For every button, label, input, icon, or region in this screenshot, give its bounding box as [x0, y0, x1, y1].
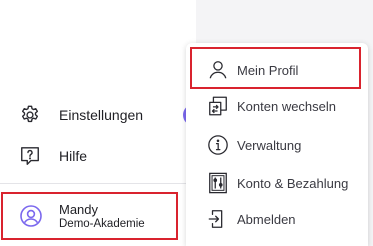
sidebar-item-help-label: Hilfe: [59, 148, 88, 164]
menu-item-logout-label: Abmelden: [237, 211, 296, 227]
menu-item-administration[interactable]: Verwaltung: [186, 127, 368, 163]
gear-icon: [18, 103, 42, 127]
logout-icon: [206, 207, 230, 231]
menu-item-my-profile-label: Mein Profil: [237, 62, 299, 78]
person-icon: [206, 58, 230, 82]
menu-item-account-billing-label: Konto & Bezahlung: [237, 175, 349, 191]
billing-icon: [206, 171, 230, 195]
menu-item-logout[interactable]: Abmelden: [186, 201, 368, 237]
sidebar-item-settings-label: Einstellungen: [59, 107, 144, 123]
switch-accounts-icon: [206, 94, 230, 118]
menu-item-account-billing[interactable]: Konto & Bezahlung: [186, 165, 368, 201]
profile-text: Mandy Demo-Akademie: [59, 202, 145, 231]
help-icon: [18, 144, 42, 168]
avatar-icon: [19, 204, 43, 228]
menu-item-switch-accounts-label: Konten wechseln: [237, 98, 337, 114]
account-menu: Mein Profil Konten wechseln Verwaltung K…: [186, 43, 368, 246]
profile-button[interactable]: Mandy Demo-Akademie: [1, 192, 178, 240]
menu-item-switch-accounts[interactable]: Konten wechseln: [186, 88, 368, 124]
sidebar-item-settings[interactable]: Einstellungen: [18, 101, 143, 129]
sidebar-item-help[interactable]: Hilfe: [18, 142, 87, 170]
profile-name: Mandy: [59, 201, 99, 217]
profile-organization: Demo-Akademie: [59, 217, 145, 230]
sidebar-divider: [0, 183, 188, 184]
info-icon: [206, 133, 230, 157]
menu-item-administration-label: Verwaltung: [237, 137, 302, 153]
sidebar: Einstellungen Hilfe Mandy Demo-Akademie: [0, 0, 196, 246]
menu-item-my-profile[interactable]: Mein Profil: [186, 52, 368, 88]
